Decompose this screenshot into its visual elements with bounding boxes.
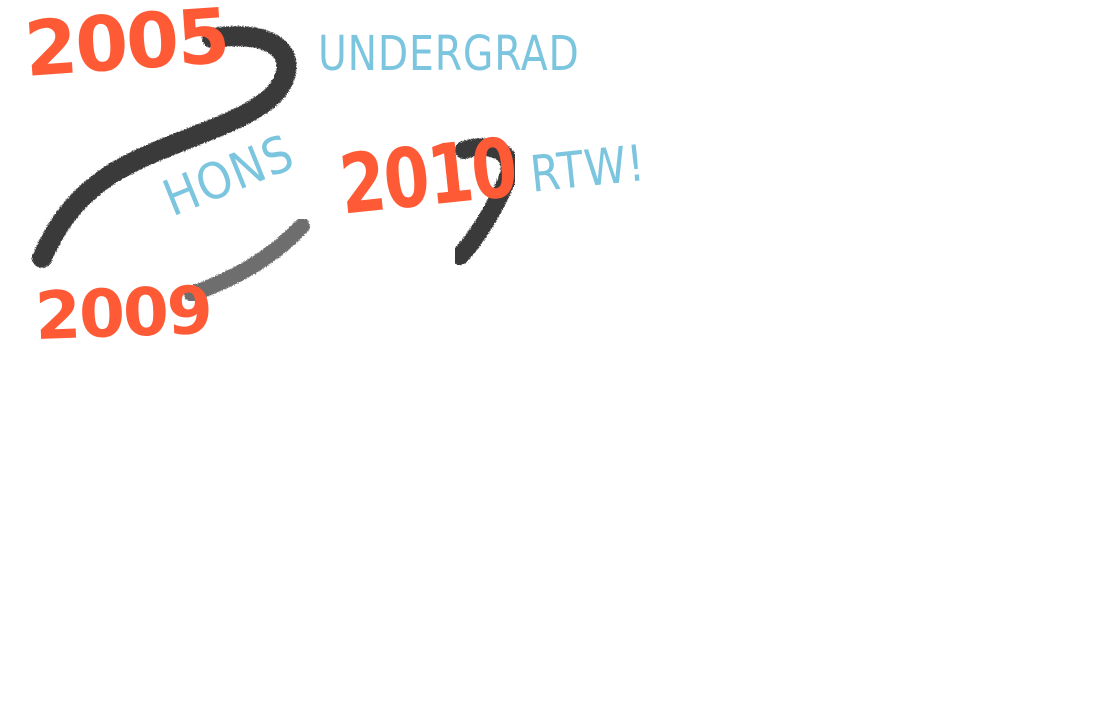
phase-undergrad-label: UNDERGRAD [318, 26, 580, 82]
connector-strokes [32, 26, 519, 302]
year-2005-label: 2005 [21, 0, 231, 94]
timeline-canvas: 2005 2009 2010 UNDERGRAD HONS RTW! [0, 0, 1117, 728]
year-2010-label: 2010 [335, 120, 521, 234]
year-2009-label: 2009 [33, 271, 213, 355]
phase-rtw-label: RTW! [527, 134, 648, 204]
